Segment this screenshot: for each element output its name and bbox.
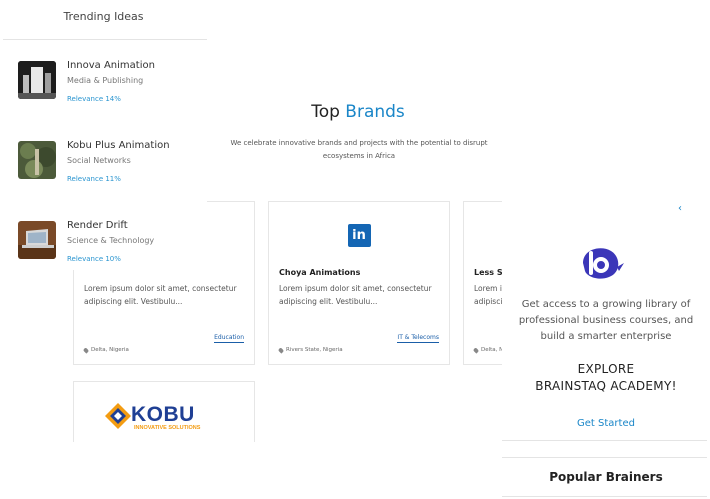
trending-idea-item[interactable]: Innova Animation Media & Publishing Rele… [18,60,208,109]
trending-idea-item[interactable]: Render Drift Science & Technology Releva… [18,220,208,269]
top-brands-title: Top Brands [260,102,456,122]
idea-relevance: Relevance 11% [67,175,121,183]
brand-card-tag[interactable]: IT & Telecoms [397,334,439,343]
brainstaq-explore-heading: EXPLORE BRAINSTAQ ACADEMY! [508,361,704,395]
location-pin-icon [277,346,285,354]
idea-thumbnail [18,141,56,179]
brand-card-tag[interactable]: Education [214,334,244,343]
idea-thumbnail [18,221,56,259]
idea-thumbnail [18,61,56,99]
linkedin-icon: in [347,223,371,247]
divider [502,440,707,441]
divider [502,457,707,458]
divider [502,496,707,497]
brand-card[interactable]: in Choya Animations Lorem ipsum dolor si… [268,201,450,365]
brainstaq-academy-panel: ‹ Get access to a growing library of pro… [502,200,710,499]
idea-category: Media & Publishing [67,76,144,85]
idea-title[interactable]: Innova Animation [67,60,155,71]
brand-card-name[interactable]: Choya Animations [279,268,360,277]
brand-card-logo: in [269,202,449,268]
idea-relevance: Relevance 10% [67,255,121,263]
top-brands-title-prefix: Top [311,102,340,122]
kobu-logo-text: KOBU [131,403,195,426]
brand-card-location: Delta, Nigeria [82,346,129,354]
top-brands-subtitle: We celebrate innovative brands and proje… [230,139,488,160]
brand-card[interactable]: KOBU INNOVATIVE SOLUTIONS [73,381,255,442]
idea-thumbnail-image [18,141,56,179]
brainstaq-logo-icon [583,248,624,279]
idea-title[interactable]: Kobu Plus Animation [67,140,170,151]
brainstaq-description: Get access to a growing library of profe… [518,299,694,342]
get-started-link[interactable]: Get Started [508,418,704,429]
kobu-diamond-icon [105,403,131,429]
explore-line: EXPLORE [577,362,635,376]
brand-card-description: Lorem ipsum dolor sit amet, consectetur … [84,284,237,306]
trending-idea-item[interactable]: Kobu Plus Animation Social Networks Rele… [18,140,208,189]
location-pin-icon [472,346,480,354]
brand-card-description: Lorem ipsum dolor sit amet, consectetur … [279,284,432,306]
location-pin-icon [82,346,90,354]
idea-relevance: Relevance 14% [67,95,121,103]
brand-card-location: Rivers State, Nigeria [277,346,343,354]
popular-brainers-heading: Popular Brainers [549,470,663,484]
idea-thumbnail-image [18,221,56,259]
close-icon[interactable]: ‹ [678,203,682,214]
top-brands-title-accent: Brands [345,102,405,122]
kobu-logo-subtext: INNOVATIVE SOLUTIONS [134,425,201,431]
divider [3,39,207,40]
academy-line: BRAINSTAQ ACADEMY! [535,379,677,393]
idea-category: Social Networks [67,156,131,165]
brand-card-location-text: Rivers State, Nigeria [286,347,343,353]
idea-thumbnail-image [18,61,56,99]
trending-ideas-title: Trending Ideas [63,10,144,23]
idea-title[interactable]: Render Drift [67,220,128,231]
trending-ideas-panel: Trending Ideas Innova Animation Media & … [0,0,207,270]
idea-category: Science & Technology [67,236,155,245]
brand-card-location-text: Delta, Nigeria [91,347,129,353]
kobu-logo: KOBU INNOVATIVE SOLUTIONS [104,402,234,432]
